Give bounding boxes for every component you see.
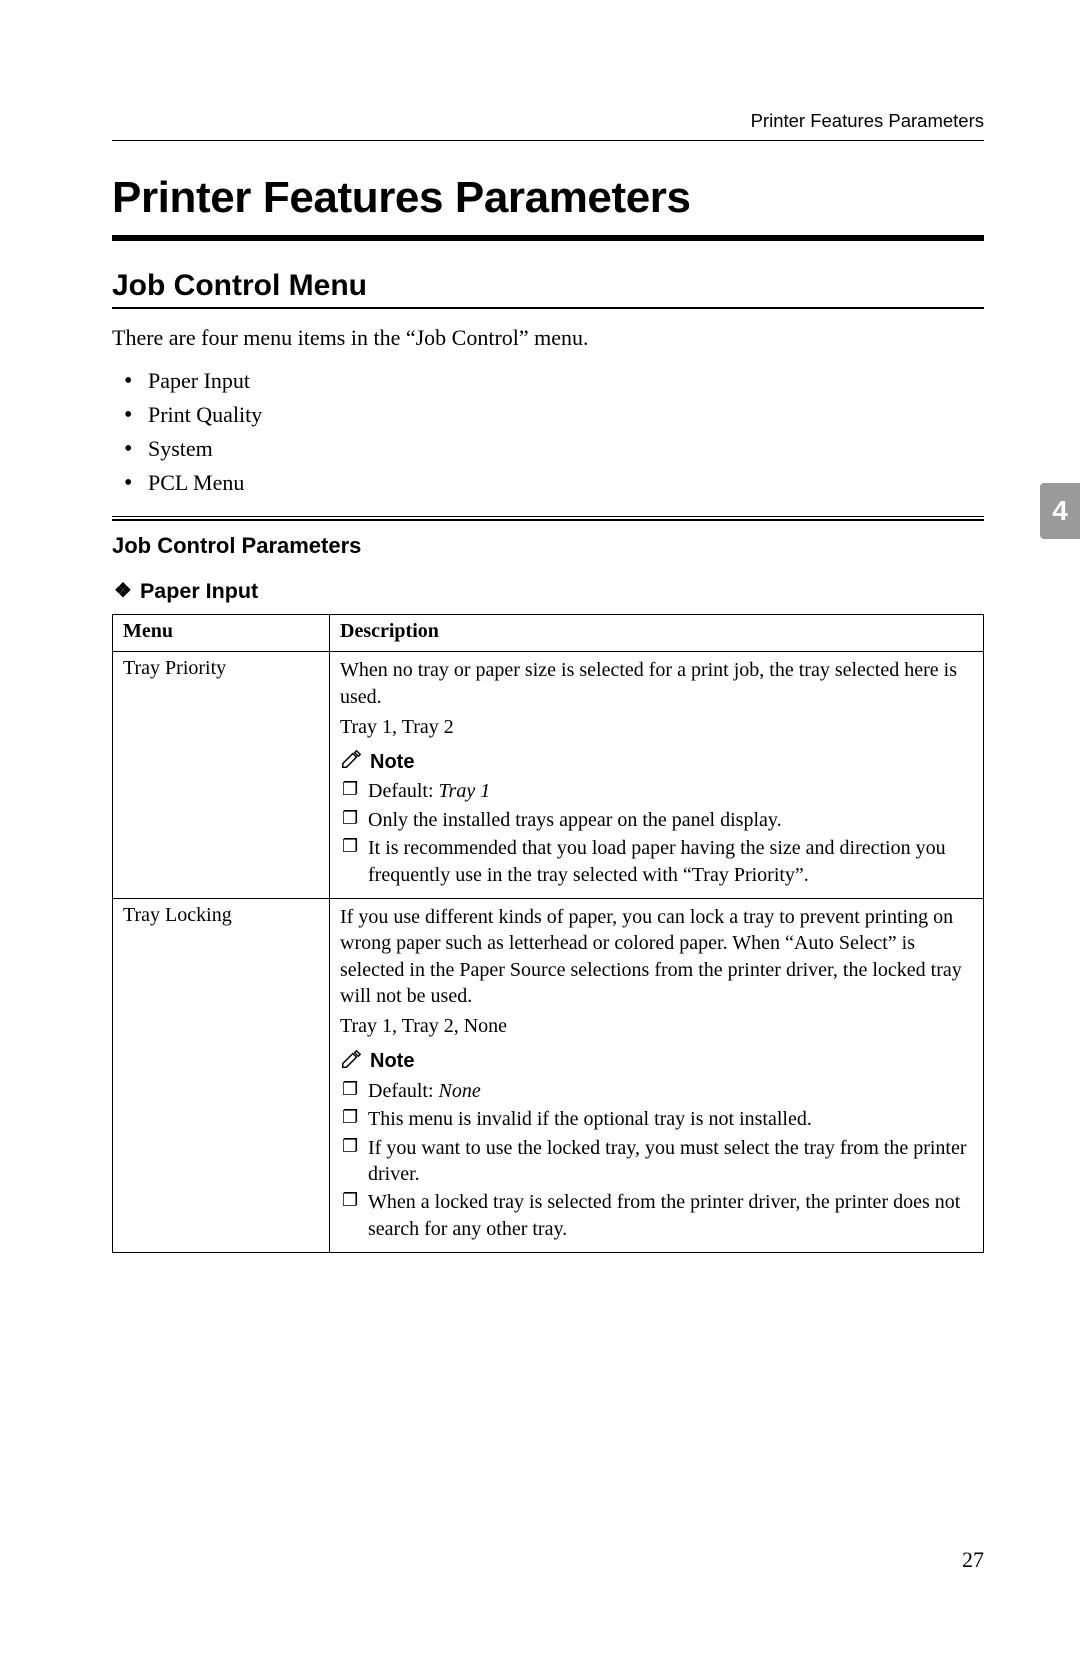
note-heading: Note — [340, 1048, 973, 1076]
table-header-menu: Menu — [113, 615, 330, 652]
note-heading: Note — [340, 748, 973, 776]
list-item: Paper Input — [112, 364, 984, 398]
note-label: Note — [370, 751, 414, 774]
subsection-title: Job Control Parameters — [112, 533, 984, 559]
note-item: This menu is invalid if the optional tra… — [340, 1106, 973, 1132]
row-values: Tray 1, Tray 2 — [340, 714, 973, 740]
row-values: Tray 1, Tray 2, None — [340, 1013, 973, 1039]
menu-items-list: Paper Input Print Quality System PCL Men… — [112, 364, 984, 500]
note-item: When a locked tray is selected from the … — [340, 1189, 973, 1242]
list-item: Print Quality — [112, 398, 984, 432]
page-number: 27 — [962, 1547, 984, 1573]
chapter-tab: 4 — [1040, 483, 1080, 539]
pencil-icon — [340, 1048, 362, 1076]
table-row: Tray Priority When no tray or paper size… — [113, 652, 984, 899]
note-item: Only the installed trays appear on the p… — [340, 807, 973, 833]
diamond-icon: ❖ — [114, 578, 132, 603]
note-list: Default: Tray 1 Only the installed trays… — [340, 778, 973, 888]
note-list: Default: None This menu is invalid if th… — [340, 1078, 973, 1242]
pencil-icon — [340, 748, 362, 776]
note-item: Default: None — [340, 1078, 973, 1104]
note-item: If you want to use the locked tray, you … — [340, 1135, 973, 1188]
divider-rule — [112, 516, 984, 521]
group-title: ❖ Paper Input — [112, 579, 984, 604]
page: Printer Features Parameters Printer Feat… — [0, 0, 1080, 1669]
group-title-text: Paper Input — [140, 579, 258, 603]
list-item: PCL Menu — [112, 466, 984, 500]
row-description: If you use different kinds of paper, you… — [340, 904, 973, 1010]
table-row: Tray Locking If you use different kinds … — [113, 898, 984, 1252]
section-heading: Job Control Menu — [112, 269, 984, 303]
note-label: Note — [370, 1050, 414, 1073]
table-header-description: Description — [330, 615, 984, 652]
note-item: It is recommended that you load paper ha… — [340, 835, 973, 888]
h2-rule — [112, 307, 984, 309]
note-item: Default: Tray 1 — [340, 778, 973, 804]
cell-menu: Tray Locking — [113, 898, 330, 1252]
page-title: Printer Features Parameters — [112, 173, 984, 223]
running-header: Printer Features Parameters — [112, 110, 984, 141]
list-item: System — [112, 432, 984, 466]
parameters-table: Menu Description Tray Priority When no t… — [112, 614, 984, 1253]
cell-description: If you use different kinds of paper, you… — [330, 898, 984, 1252]
h1-rule — [112, 235, 984, 241]
cell-description: When no tray or paper size is selected f… — [330, 652, 984, 899]
row-description: When no tray or paper size is selected f… — [340, 657, 973, 710]
cell-menu: Tray Priority — [113, 652, 330, 899]
section-intro: There are four menu items in the “Job Co… — [112, 323, 984, 354]
